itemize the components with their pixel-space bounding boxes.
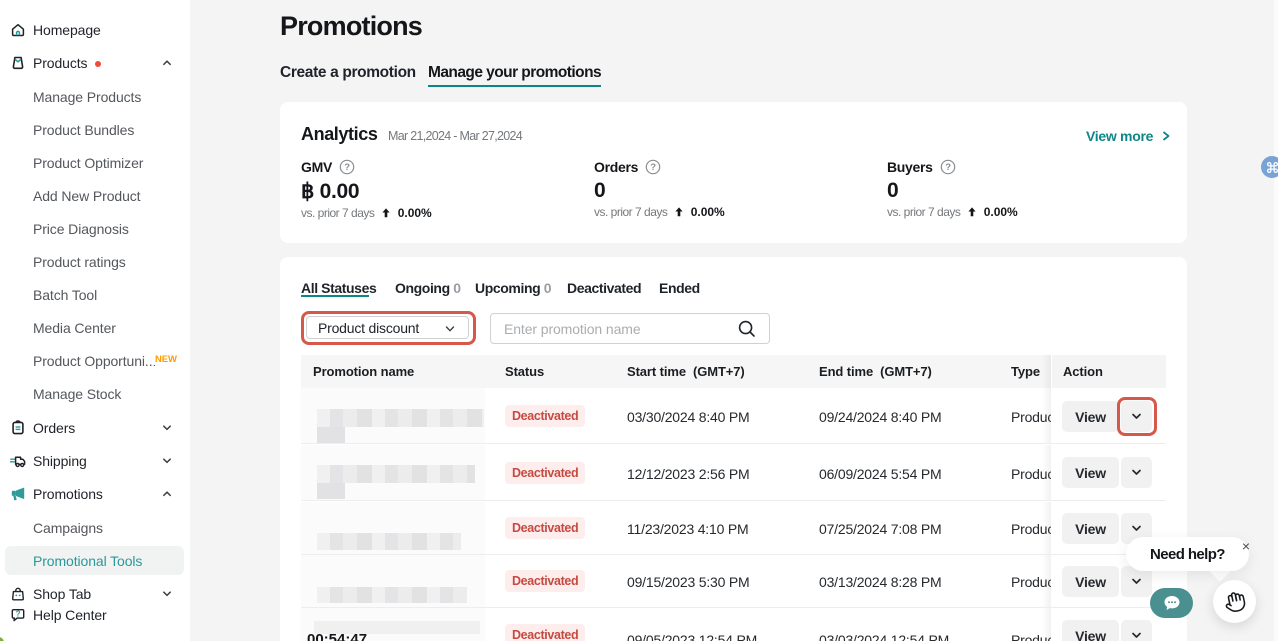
svg-text:?: ? — [650, 162, 656, 173]
svg-text:?: ? — [945, 162, 951, 173]
svg-text:?: ? — [344, 162, 350, 173]
svg-text:?: ? — [16, 609, 21, 618]
